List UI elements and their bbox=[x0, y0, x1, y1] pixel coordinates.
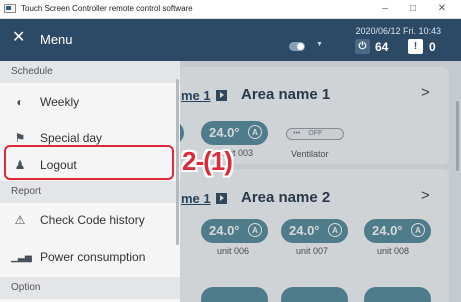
section-header-option: Option bbox=[0, 277, 180, 299]
step-annotation: 2-(1) bbox=[182, 146, 233, 176]
section-header-label: Schedule bbox=[11, 66, 53, 77]
power-consumption-icon: ▁▃▅ bbox=[11, 252, 32, 262]
weekly-schedule-icon: ◐ bbox=[16, 95, 24, 109]
chevron-down-icon[interactable]: ▼ bbox=[316, 41, 323, 48]
section-header-report: Report bbox=[0, 181, 180, 203]
power-on-count: 64 bbox=[375, 40, 389, 54]
maximize-button[interactable]: □ bbox=[401, 1, 425, 17]
menu-title: Menu bbox=[40, 32, 73, 47]
menu-item-label: Check Code history bbox=[40, 213, 145, 227]
app-icon bbox=[4, 4, 16, 13]
section-header-schedule: Schedule bbox=[0, 61, 180, 83]
flag-icon: ⚑ bbox=[14, 131, 26, 145]
logout-highlight-box bbox=[4, 145, 174, 180]
content-scrollbar[interactable] bbox=[456, 101, 459, 171]
close-icon[interactable]: ✕ bbox=[12, 30, 25, 46]
power-icon: ⏻ bbox=[355, 39, 370, 54]
menu-item-label: Special day bbox=[40, 131, 103, 145]
menu-item-power-consumption[interactable]: ▁▃▅ Power consumption bbox=[0, 240, 176, 275]
warning-count: 0 bbox=[429, 40, 436, 54]
display-toggle[interactable] bbox=[289, 42, 305, 51]
menu-item-label: Weekly bbox=[40, 95, 80, 109]
window-close-button[interactable]: ✕ bbox=[430, 1, 454, 17]
date-time: 2020/06/12 Fri. 10:43 bbox=[355, 26, 441, 36]
window-titlebar: Touch Screen Controller remote control s… bbox=[0, 0, 461, 19]
menu-scrollbar[interactable] bbox=[176, 79, 179, 245]
menu-item-weekly[interactable]: ◐ Weekly bbox=[0, 85, 176, 120]
warning-icon: ! bbox=[408, 39, 423, 54]
minimize-button[interactable]: – bbox=[373, 1, 397, 17]
menu-item-check-code-history[interactable]: ⚠ Check Code history bbox=[0, 203, 176, 238]
menu-header: ✕ Menu bbox=[0, 19, 180, 61]
section-header-label: Report bbox=[11, 186, 42, 197]
section-header-label: Option bbox=[11, 282, 41, 293]
window-title: Touch Screen Controller remote control s… bbox=[21, 4, 193, 13]
alert-history-icon: ⚠ bbox=[14, 213, 26, 227]
menu-item-label: Power consumption bbox=[40, 250, 146, 264]
